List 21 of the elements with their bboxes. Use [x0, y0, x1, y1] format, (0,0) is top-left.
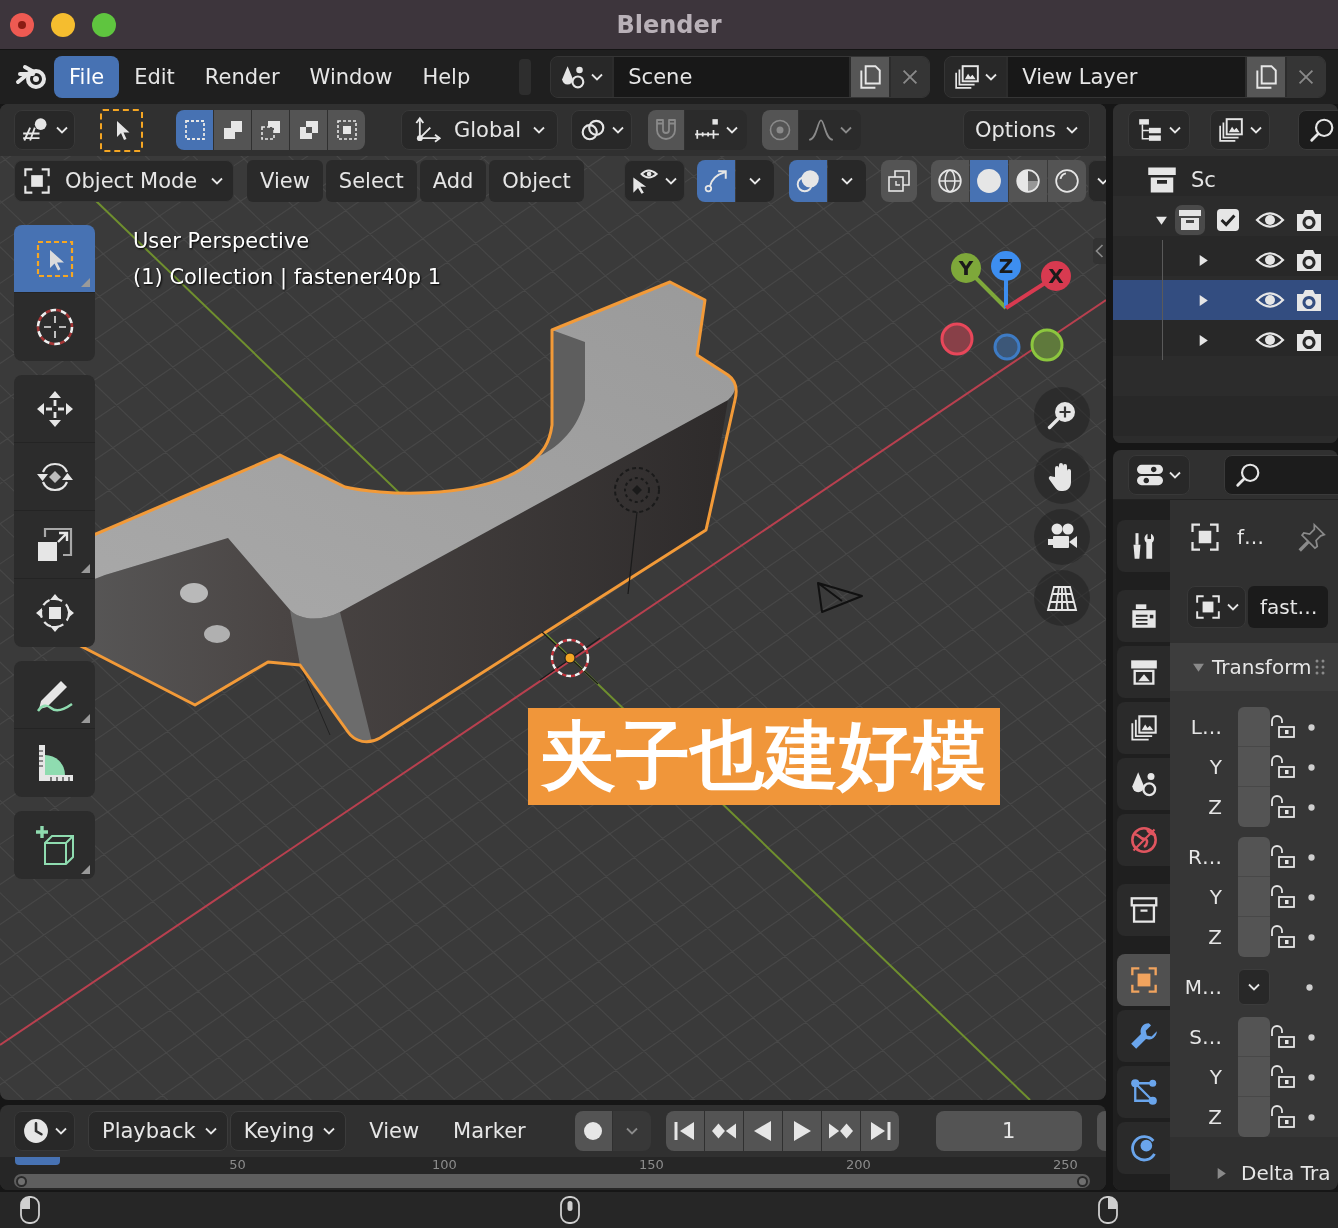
- subtitle-caption: 夹子也建好模: [528, 708, 1000, 805]
- frame-tick-label: 100: [431, 1157, 458, 1173]
- view-name-label: User Perspective: [133, 228, 310, 255]
- frame-tick-label: 150: [638, 1157, 665, 1173]
- property-label: Z: [1207, 925, 1222, 949]
- property-label: S…: [1188, 1025, 1222, 1049]
- property-label: M…: [1183, 975, 1222, 999]
- frame-tick-label: 50: [228, 1157, 247, 1173]
- frame-tick-label: 250: [1052, 1157, 1079, 1173]
- property-label: Y: [1208, 755, 1222, 779]
- outliner-item-label: Sc: [1191, 168, 1216, 192]
- property-label: Z: [1207, 795, 1222, 819]
- property-label: Z: [1207, 1105, 1222, 1129]
- frame-tick-label: 200: [845, 1157, 872, 1173]
- window-title: Blender: [616, 10, 722, 39]
- collection-info-label: (1) Collection | fastener40p 1: [133, 264, 442, 292]
- object-name-label: f…: [1237, 525, 1265, 549]
- property-label: R…: [1187, 845, 1222, 869]
- property-label: Y: [1208, 1065, 1222, 1089]
- property-label: Y: [1208, 885, 1222, 909]
- property-label: L…: [1189, 715, 1222, 739]
